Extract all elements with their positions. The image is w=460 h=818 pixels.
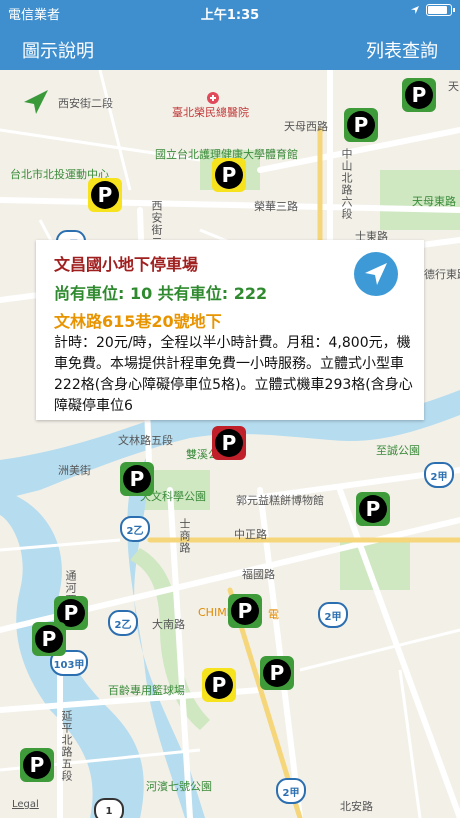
parking-info-card[interactable]: 文昌國小地下停車場 尚有車位: 10 共有車位: 222 文林路615巷20號地…	[36, 240, 424, 420]
navigate-button[interactable]	[354, 252, 398, 296]
map-label-zhoumei: 洲美街	[58, 464, 91, 477]
clock: 上午1:35	[200, 8, 260, 23]
route-shield: 1	[94, 798, 124, 818]
map-label-yanping: 延平北路五段	[60, 710, 73, 782]
map-label-elec: 電	[268, 608, 279, 621]
map-label-river-park: 河濱七號公園	[146, 780, 212, 793]
parking-name: 文昌國小地下停車場	[54, 255, 199, 274]
map-label-tianmu-west: 天母西路	[284, 120, 328, 133]
parking-icon: P	[215, 161, 243, 189]
parking-availability: 尚有車位: 10 共有車位: 222	[54, 284, 268, 303]
parking-pin-selected[interactable]: P	[212, 426, 246, 460]
map-label-xian-street: 西安街二段	[58, 97, 113, 110]
parking-icon: P	[231, 597, 259, 625]
parking-pin-green[interactable]: P	[20, 748, 54, 782]
parking-icon: P	[23, 751, 51, 779]
parking-icon: P	[347, 111, 375, 139]
map-label-bailing-court: 百齡專用籃球場	[108, 684, 185, 697]
parking-icon: P	[405, 81, 433, 109]
parking-address: 文林路615巷20號地下	[54, 312, 222, 331]
parking-pin-yellow[interactable]: P	[202, 668, 236, 702]
map-label-tian: 天	[448, 80, 459, 93]
map-label-zhongzheng: 中正路	[234, 528, 267, 541]
map-label-zhongshan-north: 中山北路六段	[340, 148, 353, 220]
map-label-fuguo: 福國路	[242, 568, 275, 581]
parking-pin-green[interactable]: P	[344, 108, 378, 142]
parking-icon: P	[91, 181, 119, 209]
battery-icon	[426, 4, 455, 16]
route-shield: 2乙	[108, 610, 138, 636]
route-shield: 2甲	[276, 778, 306, 804]
route-shield: 2乙	[120, 516, 150, 542]
legend-button[interactable]: 圖示說明	[22, 37, 94, 63]
map-view[interactable]: 臺北榮民總醫院 國立台北護理健康大學體育館 台北市北投運動中心 天母西路 天母東…	[0, 70, 460, 818]
parking-pin-green[interactable]: P	[356, 492, 390, 526]
map-label-zhicheng-park: 至誠公園	[376, 444, 420, 457]
nav-bar: 圖示說明 列表查詢	[0, 24, 460, 70]
parking-icon: P	[215, 429, 243, 457]
map-label-beian: 北安路	[340, 800, 373, 813]
map-label-cake-museum: 郭元益糕餅博物館	[236, 494, 324, 507]
map-label-ronghua: 榮華三路	[254, 200, 298, 213]
parking-icon: P	[35, 625, 63, 653]
status-icons	[410, 4, 455, 16]
map-label-wenlin: 文林路五段	[118, 434, 173, 447]
map-label-hospital: 臺北榮民總醫院	[172, 106, 249, 119]
parking-icon: P	[359, 495, 387, 523]
parking-pin-green[interactable]: P	[120, 462, 154, 496]
parking-pin-green[interactable]: P	[402, 78, 436, 112]
parking-pin-green[interactable]: P	[260, 656, 294, 690]
map-label-tianmu-east: 天母東路	[412, 195, 456, 208]
map-label-dexing: 德行東路	[424, 268, 460, 281]
location-arrow-icon[interactable]	[18, 86, 52, 120]
parking-pin-green[interactable]: P	[228, 594, 262, 628]
location-arrow-icon	[411, 6, 419, 14]
parking-icon: P	[205, 671, 233, 699]
list-query-button[interactable]: 列表查詢	[366, 37, 438, 63]
parking-pin-yellow[interactable]: P	[88, 178, 122, 212]
parking-description: 計時：20元/時，全程以半小時計費。月租：4,800元，機車免費。本場提供計程車…	[54, 335, 413, 414]
parking-icon: P	[123, 465, 151, 493]
parking-icon: P	[263, 659, 291, 687]
route-shield: 2甲	[424, 462, 454, 488]
navigation-arrow-icon	[365, 263, 387, 285]
legal-link[interactable]: Legal	[12, 799, 39, 810]
map-label-danan: 大南路	[152, 618, 185, 631]
parking-pin-green[interactable]: P	[32, 622, 66, 656]
status-bar: 電信業者 上午1:35	[0, 0, 460, 24]
map-label-shishang: 士商路	[178, 518, 191, 554]
parking-pin-yellow[interactable]: P	[212, 158, 246, 192]
route-shield: 2甲	[318, 602, 348, 628]
